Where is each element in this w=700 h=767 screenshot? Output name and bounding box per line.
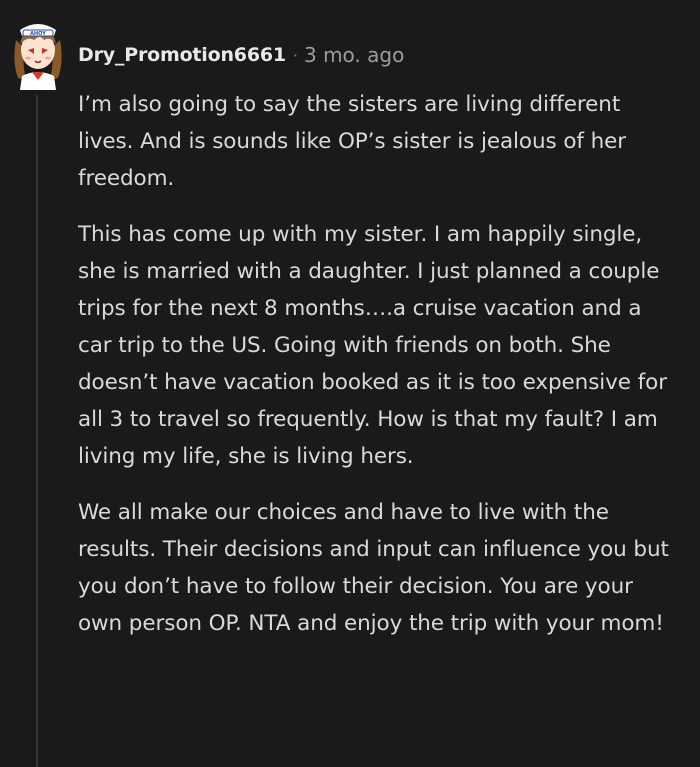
comment-body: I’m also going to say the sisters are li… — [78, 86, 678, 642]
svg-text:AHOY: AHOY — [30, 31, 46, 37]
timestamp[interactable]: 3 mo. ago — [304, 43, 404, 67]
comment-header: Dry_Promotion6661 · 3 mo. ago — [78, 40, 404, 70]
username-link[interactable]: Dry_Promotion6661 — [78, 44, 286, 66]
meta-separator: · — [292, 45, 298, 65]
thread-collapse-line[interactable] — [36, 95, 38, 767]
comment-paragraph: I’m also going to say the sisters are li… — [78, 92, 626, 191]
comment-paragraph: We all make our choices and have to live… — [78, 500, 669, 636]
sailor-avatar-icon[interactable]: AHOY — [8, 10, 68, 90]
comment: AHOY Dry_Promotion6661 · 3 mo. ago I’m a… — [0, 0, 700, 767]
comment-paragraph: This has come up with my sister. I am ha… — [78, 222, 667, 469]
